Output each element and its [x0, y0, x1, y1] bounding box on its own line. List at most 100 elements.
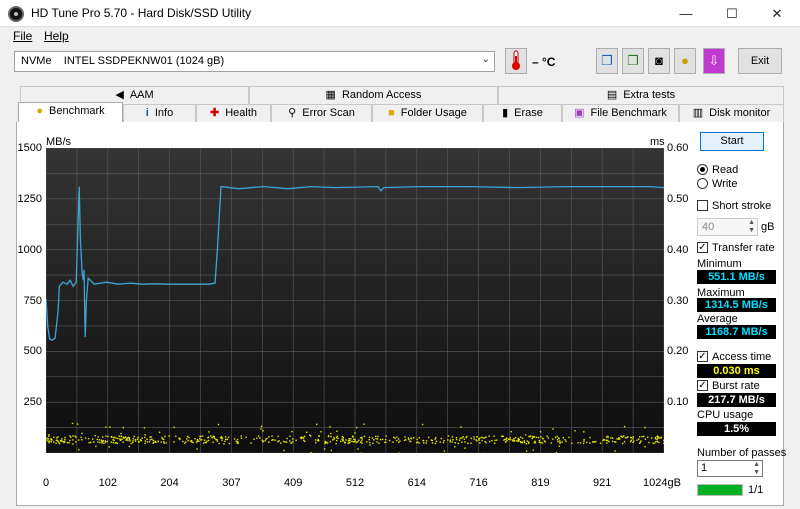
- access-time-point: [71, 422, 74, 425]
- access-time-point: [435, 440, 437, 442]
- screenshot-button[interactable]: ◙: [648, 48, 670, 74]
- access-time-point: [136, 438, 139, 441]
- tab-extra-tests[interactable]: ▤ Extra tests: [498, 86, 784, 104]
- access-time-point: [615, 441, 617, 443]
- access-time-point: [285, 441, 288, 443]
- access-time-point: [179, 438, 181, 441]
- access-time-point: [464, 441, 466, 443]
- access-time-point: [660, 436, 662, 439]
- access-time-point: [535, 436, 538, 438]
- access-time-point: [375, 435, 377, 437]
- minimize-button[interactable]: —: [663, 0, 709, 27]
- access-time-point: [330, 449, 332, 452]
- access-time-point: [394, 437, 396, 439]
- average-label: Average: [697, 313, 738, 325]
- save-button[interactable]: ⇩: [703, 48, 725, 74]
- tab-info[interactable]: i Info: [123, 104, 196, 122]
- access-time-point: [260, 428, 262, 430]
- cpu-usage-label: CPU usage: [697, 409, 754, 421]
- access-time-point: [291, 430, 293, 433]
- access-time-point: [283, 449, 285, 452]
- access-time-point: [416, 438, 418, 441]
- access-time-point: [115, 437, 117, 439]
- access-time-point: [558, 445, 560, 447]
- maximize-button[interactable]: ☐: [709, 0, 755, 27]
- access-time-point: [392, 441, 394, 443]
- access-time-point: [385, 435, 387, 437]
- folder-icon: ■: [388, 107, 395, 120]
- x-tick: 716: [469, 477, 488, 489]
- access-time-point: [245, 436, 247, 438]
- access-time-point: [152, 442, 154, 444]
- tab-file-benchmark[interactable]: ▣ File Benchmark: [562, 104, 679, 122]
- access-time-point: [422, 439, 424, 442]
- access-time-point: [342, 438, 344, 440]
- access-time-point: [201, 435, 204, 437]
- access-time-point: [440, 437, 442, 440]
- access-time-point: [638, 438, 640, 440]
- access-time-point: [120, 432, 122, 435]
- menu-file[interactable]: File: [13, 29, 32, 43]
- access-time-point: [408, 438, 410, 441]
- access-time-point: [337, 437, 339, 440]
- access-time-point: [558, 437, 560, 440]
- access-time-point: [396, 436, 398, 438]
- access-time-point: [508, 438, 510, 440]
- access-time-point: [208, 439, 210, 442]
- short-stroke-checkbox[interactable]: [697, 200, 708, 211]
- tab-disk-monitor[interactable]: ▥ Disk monitor: [679, 104, 784, 122]
- health-cross-icon: ✚: [209, 107, 220, 120]
- passes-spinner[interactable]: 1 ▲ ▼: [697, 460, 763, 477]
- access-time-point: [621, 436, 624, 438]
- copy-text-button[interactable]: ❐: [622, 48, 644, 74]
- access-time-point: [525, 443, 527, 445]
- close-button[interactable]: ✕: [754, 0, 800, 27]
- exit-button[interactable]: Exit: [738, 48, 782, 74]
- progress-fill: [698, 485, 742, 495]
- short-stroke-spinner[interactable]: 40 ▲ ▼: [697, 218, 758, 236]
- access-time-point: [133, 435, 135, 438]
- transfer-rate-checkbox[interactable]: ✓: [697, 242, 708, 253]
- access-time-point: [476, 440, 478, 442]
- info-icon: i: [145, 107, 149, 120]
- access-time-point: [53, 441, 55, 443]
- lightbulb-icon: ●: [36, 105, 43, 118]
- access-time-point: [282, 440, 285, 443]
- read-radio[interactable]: [697, 164, 708, 175]
- options-button[interactable]: ●: [674, 48, 696, 74]
- burst-rate-checkbox[interactable]: ✓: [697, 380, 708, 391]
- access-time-point: [124, 436, 126, 439]
- access-time-point: [119, 438, 121, 440]
- access-time-point: [455, 436, 458, 439]
- temperature-button[interactable]: [505, 48, 527, 74]
- tab-health[interactable]: ✚ Health: [196, 104, 271, 122]
- y-tick-left: 500: [23, 345, 42, 358]
- access-time-point: [58, 441, 60, 444]
- coins-icon: ●: [681, 53, 689, 68]
- tab-error-scan[interactable]: ⚲ Error Scan: [271, 104, 372, 122]
- tab-folder-usage[interactable]: ■ Folder Usage: [372, 104, 483, 122]
- access-time-point: [118, 435, 120, 437]
- access-time-point: [524, 434, 527, 436]
- x-tick: 204: [160, 477, 179, 489]
- access-time-point: [150, 436, 152, 438]
- access-time-point: [218, 442, 220, 445]
- access-time-checkbox[interactable]: ✓: [697, 351, 708, 362]
- access-time-point: [47, 440, 49, 442]
- access-time-point: [656, 435, 658, 438]
- start-button[interactable]: Start: [700, 132, 764, 151]
- copy-info-button[interactable]: ❐: [596, 48, 618, 74]
- access-time-point: [326, 441, 328, 443]
- access-time-point: [330, 436, 332, 438]
- drive-select[interactable]: NVMe INTEL SSDPEKNW01 (1024 gB) ⌄: [14, 51, 495, 72]
- menu-help[interactable]: Help: [44, 29, 69, 43]
- access-time-point: [648, 441, 650, 444]
- tab-random-access[interactable]: ▦ Random Access: [249, 86, 498, 104]
- access-time-point: [520, 436, 522, 438]
- access-time-point: [348, 438, 350, 440]
- access-time-point: [61, 438, 63, 440]
- write-radio[interactable]: [697, 178, 708, 189]
- access-time-point: [608, 440, 610, 443]
- tab-benchmark[interactable]: ● Benchmark: [18, 102, 123, 123]
- tab-erase[interactable]: ▮ Erase: [483, 104, 562, 122]
